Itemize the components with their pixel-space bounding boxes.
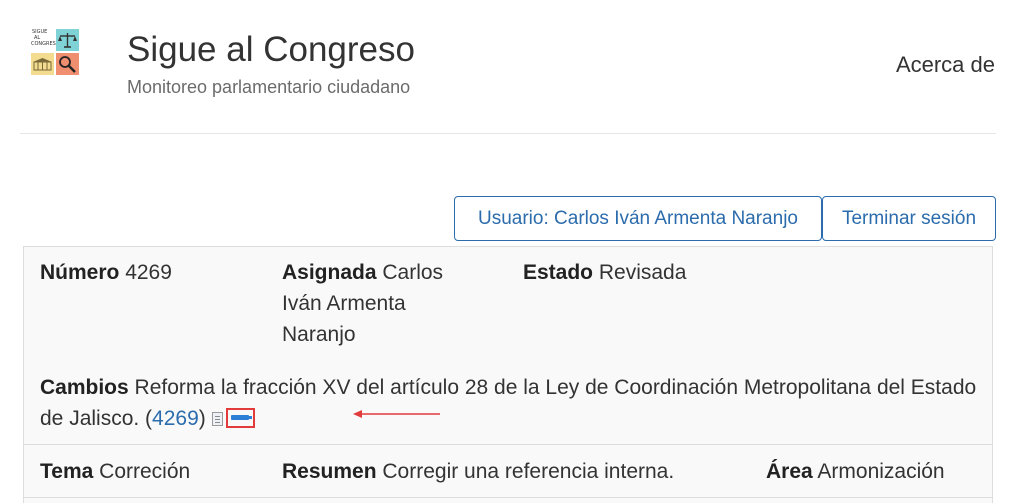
document-icon[interactable] xyxy=(211,412,223,426)
asignada-label: Asignada xyxy=(282,261,377,284)
tema-label: Tema xyxy=(40,460,94,483)
resumen-value: Corregir una referencia interna. xyxy=(382,460,675,483)
estado-value: Revisada xyxy=(598,261,687,284)
record-panel: Número 4269 Asignada Carlos Iván Armenta… xyxy=(23,246,993,503)
asignada-field: Asignada Carlos Iván Armenta Naranjo xyxy=(282,257,482,350)
area-field: Área Armonización xyxy=(766,456,945,487)
user-button[interactable]: Usuario: Carlos Iván Armenta Naranjo xyxy=(454,196,822,241)
numero-field: Número 4269 xyxy=(40,257,172,288)
area-label: Área xyxy=(766,460,813,483)
header-divider xyxy=(20,133,996,134)
nav-about-link[interactable]: Acerca de xyxy=(896,52,995,78)
edit-icon[interactable] xyxy=(230,415,252,420)
area-value: Armonización xyxy=(817,460,945,483)
logout-button[interactable]: Terminar sesión xyxy=(822,196,996,241)
scales-icon xyxy=(56,29,79,51)
estado-field: Estado Revisada xyxy=(523,257,686,288)
congress-building-icon xyxy=(31,53,54,75)
cambios-link[interactable]: 4269 xyxy=(152,407,199,430)
site-title[interactable]: Sigue al Congreso xyxy=(127,30,415,70)
tema-value: Correción xyxy=(99,460,191,483)
numero-value: 4269 xyxy=(125,261,172,284)
resumen-label: Resumen xyxy=(282,460,377,483)
annotation-arrow-icon xyxy=(353,410,440,418)
tema-field: Tema Correción xyxy=(40,456,190,487)
edit-highlight-box xyxy=(225,408,255,428)
cambios-label: Cambios xyxy=(40,376,129,399)
logo-text-tile: SIGUE AL CONGRESO xyxy=(31,29,60,51)
resumen-field: Resumen Corregir una referencia interna. xyxy=(282,456,674,487)
site-logo[interactable]: SIGUE AL CONGRESO xyxy=(31,29,79,77)
row-divider-bottom xyxy=(24,497,992,498)
site-subtitle: Monitoreo parlamentario ciudadano xyxy=(127,77,411,97)
site-header: SIGUE AL CONGRESO Sigue al Congreso Moni… xyxy=(0,0,1012,134)
row-divider xyxy=(24,444,992,445)
numero-label: Número xyxy=(40,261,120,284)
estado-label: Estado xyxy=(523,261,594,284)
cambios-field: Cambios Reforma la fracción XV del artíc… xyxy=(40,376,977,430)
magnifier-icon xyxy=(56,53,79,75)
